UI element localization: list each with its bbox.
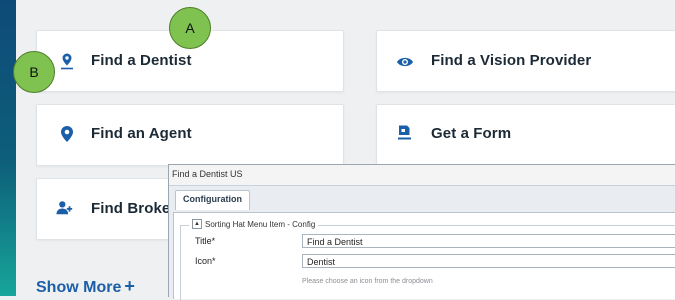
card-find-agent[interactable]: Find an Agent (36, 104, 344, 166)
dialog-body: ▲ Sorting Hat Menu Item - Config Title* … (173, 212, 675, 300)
config-dialog: Find a Dentist US Configuration ▲ Sortin… (168, 164, 675, 300)
icon-field-label: Icon* (195, 256, 216, 266)
card-label: Find an Agent (91, 125, 192, 142)
icon-dropdown[interactable]: Dentist (302, 254, 675, 268)
map-pin-person-icon (58, 52, 76, 70)
icon-field-hint: Please choose an icon from the dropdown (302, 278, 433, 285)
card-label: Find Broke (91, 200, 171, 217)
card-get-form[interactable]: Get a Form (376, 104, 675, 166)
card-label: Get a Form (431, 125, 512, 142)
eye-icon (396, 53, 414, 71)
title-field[interactable]: Find a Dentist (302, 234, 675, 248)
show-more-label: Show More (36, 279, 122, 296)
fieldset-legend-text: Sorting Hat Menu Item - Config (205, 219, 316, 229)
annotation-b-text: B (29, 64, 39, 80)
person-add-icon (56, 199, 74, 217)
fieldset-legend: ▲ Sorting Hat Menu Item - Config (189, 219, 319, 229)
show-more-link[interactable]: Show More + (36, 276, 135, 297)
location-pin-icon (58, 125, 76, 143)
left-brand-stripe (0, 0, 16, 296)
config-fieldset: ▲ Sorting Hat Menu Item - Config Title* … (180, 219, 675, 300)
tab-configuration[interactable]: Configuration (175, 190, 250, 210)
card-label: Find a Dentist (91, 52, 192, 69)
form-icon (396, 124, 414, 142)
title-field-label: Title* (195, 236, 216, 246)
annotation-a-text: A (185, 20, 195, 36)
dialog-tab-bar: Configuration ▲ Sorting Hat Menu Item - … (169, 185, 675, 300)
card-label: Find a Vision Provider (431, 52, 592, 69)
plus-icon: + (124, 276, 135, 296)
collapse-toggle-icon[interactable]: ▲ (192, 219, 202, 229)
dialog-title: Find a Dentist US (172, 169, 243, 179)
card-find-vision-provider[interactable]: Find a Vision Provider (376, 30, 675, 92)
annotation-badge-b: B (13, 51, 55, 93)
annotation-badge-a: A (169, 7, 211, 49)
